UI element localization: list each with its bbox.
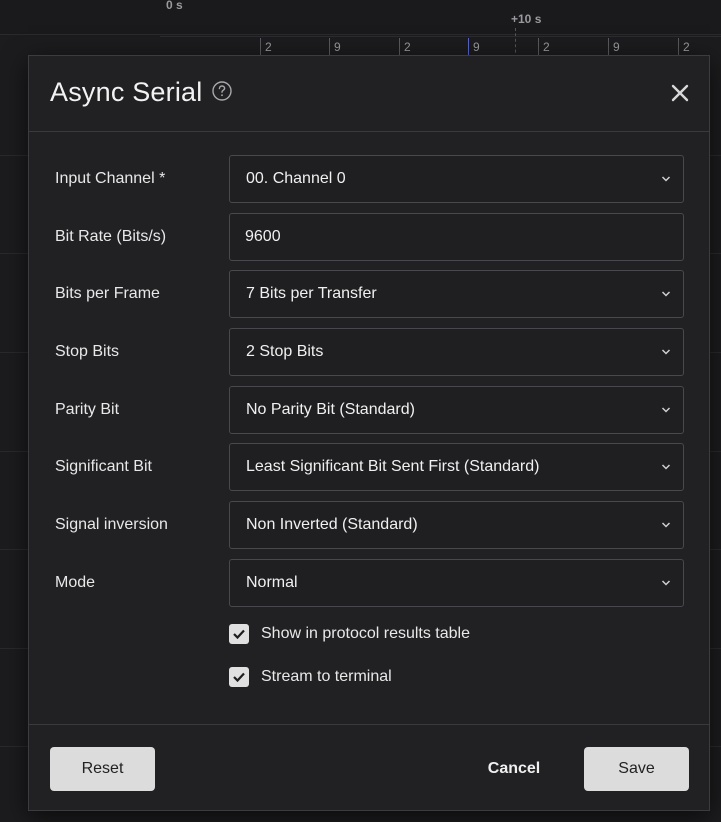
dialog-header: Async Serial (29, 56, 709, 132)
stream-to-terminal-checkbox[interactable] (229, 667, 249, 687)
significant-bit-value: Least Significant Bit Sent First (Standa… (246, 458, 540, 475)
chevron-down-icon (661, 522, 671, 528)
mode-value: Normal (246, 574, 298, 591)
ruler-tick: 2 (260, 38, 272, 56)
signal-inversion-label: Signal inversion (55, 516, 168, 533)
bits-per-frame-select[interactable]: 7 Bits per Transfer (229, 270, 684, 318)
question-circle-icon[interactable] (212, 81, 232, 101)
bit-rate-label: Bit Rate (Bits/s) (55, 228, 167, 245)
bit-rate-input[interactable] (230, 214, 683, 260)
timeline-header (0, 0, 721, 35)
parity-bit-value: No Parity Bit (Standard) (246, 401, 415, 418)
dialog-title: Async Serial (50, 77, 203, 107)
checkmark-icon (233, 629, 245, 640)
ruler-tick: 2 (399, 38, 411, 56)
timeline-mark-plus10: +10 s (511, 12, 542, 26)
chevron-down-icon (661, 407, 671, 413)
show-in-table-label: Show in protocol results table (261, 625, 470, 642)
close-icon[interactable] (669, 82, 691, 104)
signal-inversion-row: Signal inversion Non Inverted (Standard) (29, 501, 709, 549)
async-serial-dialog: Async Serial Input Channel * 00. Channel… (28, 55, 710, 811)
signal-inversion-value: Non Inverted (Standard) (246, 516, 418, 533)
chevron-down-icon (661, 580, 671, 586)
mode-select[interactable]: Normal (229, 559, 684, 607)
input-channel-row: Input Channel * 00. Channel 0 (29, 155, 709, 203)
mode-row: Mode Normal (29, 559, 709, 607)
reset-button[interactable]: Reset (50, 747, 155, 791)
ruler-tick: 2 (678, 38, 690, 56)
signal-inversion-select[interactable]: Non Inverted (Standard) (229, 501, 684, 549)
parity-bit-label: Parity Bit (55, 401, 120, 418)
timeline-mark-start: 0 s (166, 0, 183, 12)
save-button[interactable]: Save (584, 747, 689, 791)
input-channel-value: 00. Channel 0 (246, 170, 346, 187)
chevron-down-icon (661, 349, 671, 355)
bits-per-frame-value: 7 Bits per Transfer (246, 285, 377, 302)
show-in-table-checkbox[interactable] (229, 624, 249, 644)
input-channel-label: Input Channel * (55, 170, 166, 187)
ruler-tick: 9 (468, 38, 480, 56)
bits-per-frame-row: Bits per Frame 7 Bits per Transfer (29, 270, 709, 318)
bits-per-frame-label: Bits per Frame (55, 285, 160, 302)
significant-bit-row: Significant Bit Least Significant Bit Se… (29, 443, 709, 491)
significant-bit-label: Significant Bit (55, 458, 152, 475)
bit-rate-field[interactable] (229, 213, 684, 261)
stream-to-terminal-label: Stream to terminal (261, 668, 392, 685)
show-in-table-option[interactable]: Show in protocol results table (229, 622, 649, 646)
dialog-footer: Reset Cancel Save (29, 724, 709, 811)
stop-bits-select[interactable]: 2 Stop Bits (229, 328, 684, 376)
checkmark-icon (233, 672, 245, 683)
input-channel-select[interactable]: 00. Channel 0 (229, 155, 684, 203)
parity-bit-select[interactable]: No Parity Bit (Standard) (229, 386, 684, 434)
stream-to-terminal-option[interactable]: Stream to terminal (229, 665, 649, 689)
stop-bits-label: Stop Bits (55, 343, 120, 360)
chevron-down-icon (661, 176, 671, 182)
chevron-down-icon (661, 464, 671, 470)
stop-bits-value: 2 Stop Bits (246, 343, 324, 360)
cancel-button[interactable]: Cancel (474, 747, 554, 791)
parity-bit-row: Parity Bit No Parity Bit (Standard) (29, 386, 709, 434)
chevron-down-icon (661, 291, 671, 297)
ruler-tick: 9 (608, 38, 620, 56)
mode-label: Mode (55, 574, 96, 591)
significant-bit-select[interactable]: Least Significant Bit Sent First (Standa… (229, 443, 684, 491)
stop-bits-row: Stop Bits 2 Stop Bits (29, 328, 709, 376)
ruler-tick: 9 (329, 38, 341, 56)
bit-rate-row: Bit Rate (Bits/s) (29, 213, 709, 261)
ruler-tick: 2 (538, 38, 550, 56)
